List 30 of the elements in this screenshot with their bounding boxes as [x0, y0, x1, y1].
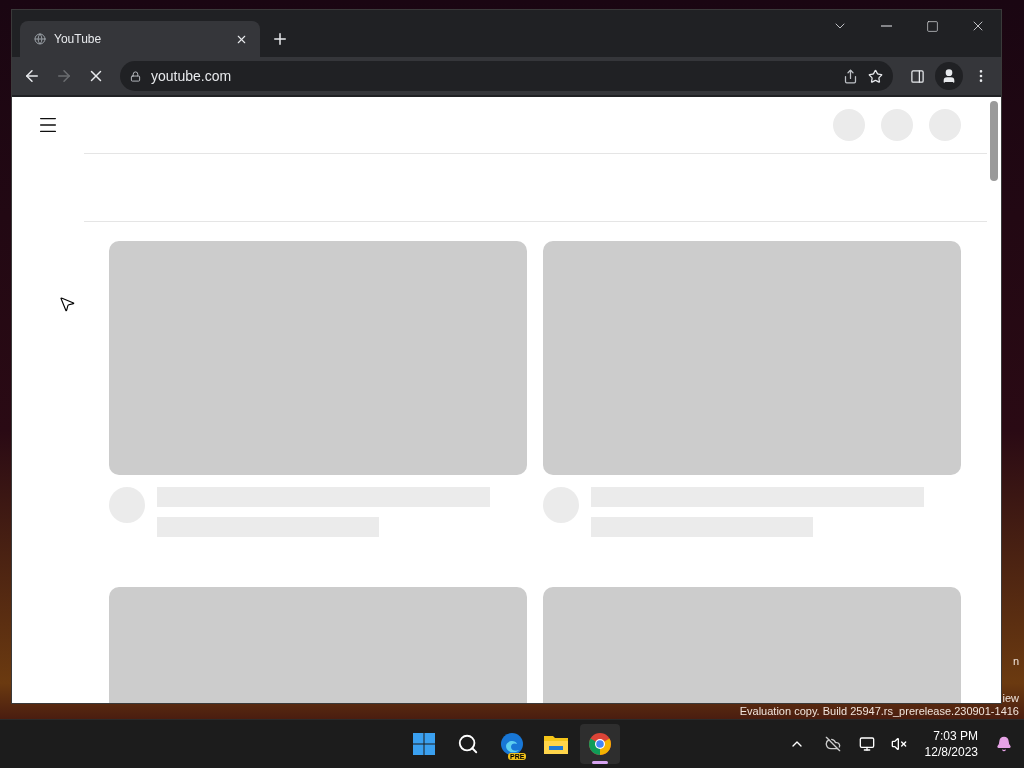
monitor-icon: [858, 736, 875, 752]
plus-icon: [271, 30, 289, 48]
arrow-right-icon: [55, 67, 73, 85]
taskbar-app-button[interactable]: [580, 724, 620, 764]
chrome-logo-icon: [588, 732, 612, 756]
profile-button[interactable]: [935, 62, 963, 90]
star-icon: [868, 68, 883, 84]
globe-icon: [34, 33, 46, 45]
active-indicator: [592, 761, 608, 764]
search-icon: [457, 733, 479, 755]
folder-icon: [543, 733, 569, 755]
browser-swirl-icon: [500, 732, 524, 756]
maximize-icon: [925, 19, 939, 33]
browser-tab[interactable]: YouTube: [20, 21, 260, 57]
lock-icon: [130, 70, 141, 82]
share-icon: [843, 68, 858, 84]
address-bar[interactable]: youtube.com: [120, 61, 893, 91]
minimize-icon: [880, 25, 892, 27]
bell-icon: [996, 736, 1012, 752]
side-panel-icon: [909, 68, 925, 84]
scrollbar-thumb[interactable]: [990, 101, 998, 181]
cloud-off-icon: [824, 736, 841, 752]
desktop-watermark-text: iew: [1002, 692, 1019, 705]
windows-logo-icon: [412, 732, 436, 756]
clock[interactable]: 7:03 PM 12/8/2023: [918, 729, 984, 759]
desktop-watermark-text: n: [1012, 655, 1019, 668]
person-icon: [941, 68, 957, 84]
volume-muted-icon: [890, 736, 907, 752]
mouse-pointer-icon: [58, 295, 76, 313]
desktop-watermark-text: Evaluation copy. Build 25947.rs_prerelease.230901-1416: [739, 705, 1019, 718]
